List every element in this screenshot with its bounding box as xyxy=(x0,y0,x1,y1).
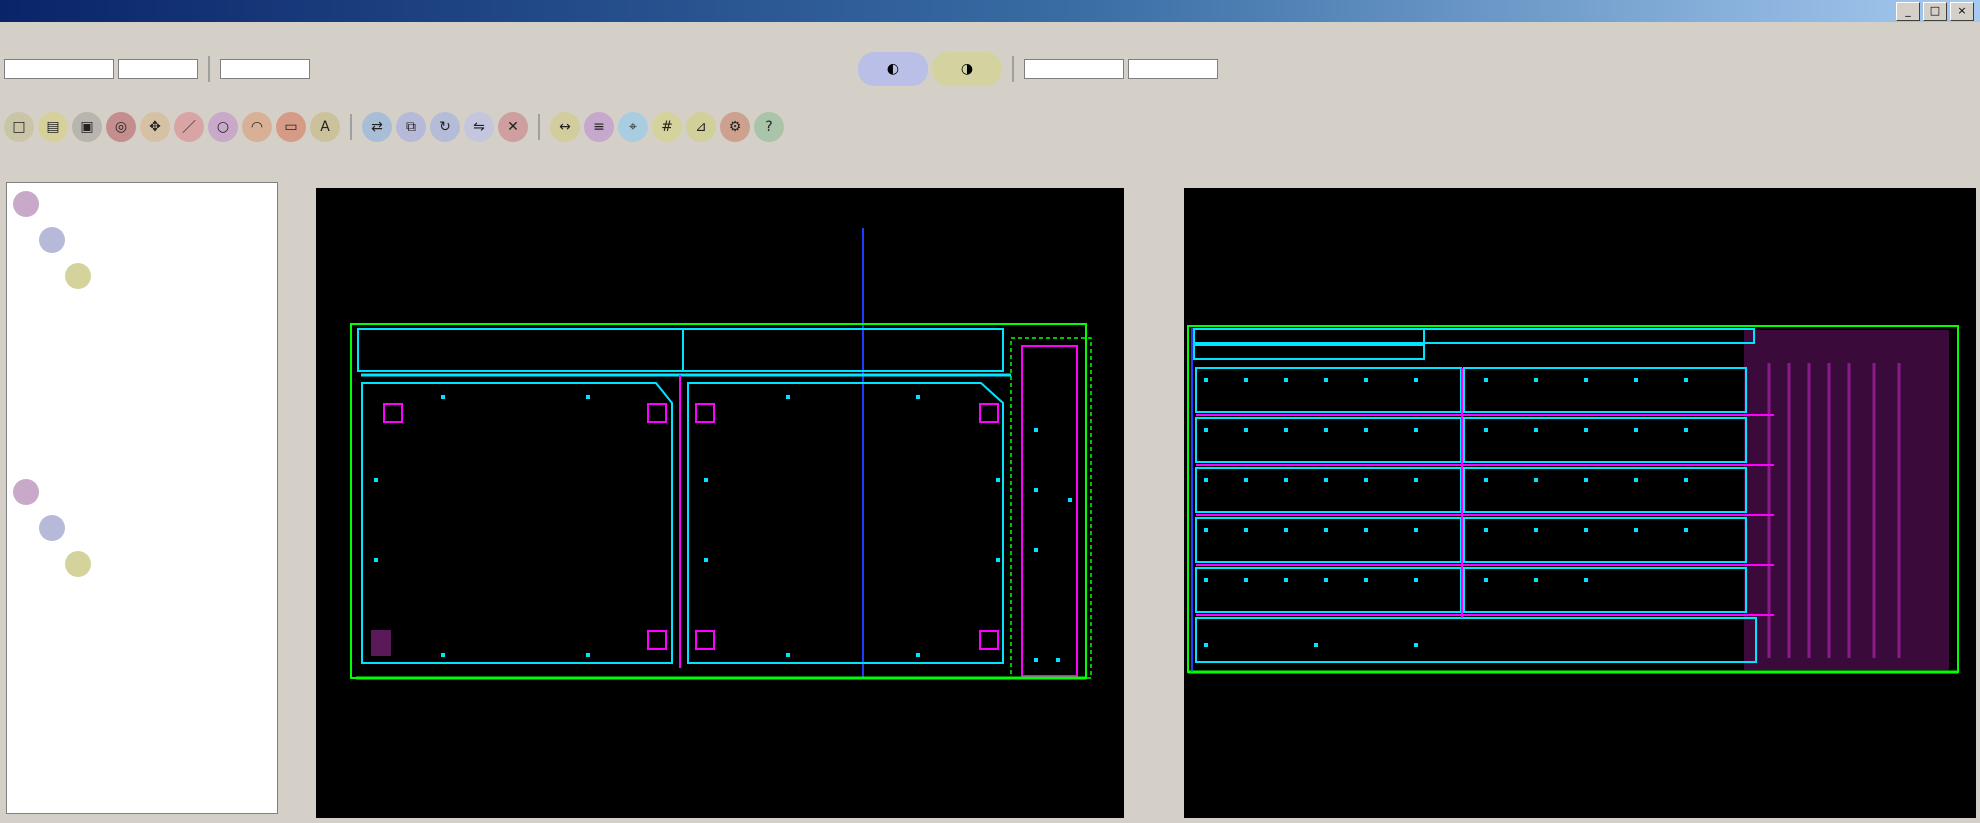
cutout xyxy=(695,630,715,650)
render-icon[interactable]: ◐ xyxy=(858,52,928,86)
menu-item[interactable] xyxy=(84,24,112,48)
cad-drawing-right xyxy=(1187,325,1959,674)
minimize-button[interactable]: _ xyxy=(1896,2,1920,21)
scale-combo[interactable] xyxy=(1024,59,1124,79)
toolbar-separator xyxy=(208,56,210,82)
cutout xyxy=(647,630,667,650)
panel-header xyxy=(6,156,279,176)
measure-icon[interactable]: ⊿ xyxy=(686,112,716,142)
cad-drawing-left xyxy=(350,228,1092,680)
tree-node[interactable] xyxy=(13,191,43,217)
close-button[interactable]: × xyxy=(1950,2,1974,21)
open-icon[interactable]: ▤ xyxy=(38,112,68,142)
main-panel-right xyxy=(687,382,1004,664)
circle-icon[interactable]: ○ xyxy=(208,112,238,142)
move-icon[interactable]: ⇄ xyxy=(362,112,392,142)
rotate-icon[interactable]: ↻ xyxy=(430,112,460,142)
main-panel-left xyxy=(361,382,673,664)
tree-node-icon xyxy=(39,515,65,541)
units-combo[interactable] xyxy=(1128,59,1218,79)
tree-node-icon xyxy=(13,479,39,505)
cutout xyxy=(383,403,403,423)
new-icon[interactable]: □ xyxy=(4,112,34,142)
text-icon[interactable]: A xyxy=(310,112,340,142)
menu-item[interactable] xyxy=(28,24,56,48)
pan-icon[interactable]: ✥ xyxy=(140,112,170,142)
tree-node-icon xyxy=(65,263,91,289)
cutout xyxy=(371,630,391,656)
menu-item[interactable] xyxy=(56,24,84,48)
cutout xyxy=(647,403,667,423)
cutout xyxy=(979,403,999,423)
grid-icon[interactable]: # xyxy=(652,112,682,142)
hole-markers xyxy=(374,395,1072,662)
drawing-toolbar: □ ▤ ▣ ◎ ✥ ／ ○ ◠ ▭ A ⇄ ⧉ ↻ ⇋ ✕ ↔ ≡ ⌖ # ⊿ … xyxy=(4,110,784,144)
top-panel xyxy=(357,328,1004,372)
layer-combo[interactable] xyxy=(4,59,114,79)
menu-item[interactable] xyxy=(224,24,252,48)
menu-item[interactable] xyxy=(252,24,280,48)
delete-icon[interactable]: ✕ xyxy=(498,112,528,142)
style-combo[interactable] xyxy=(220,59,310,79)
zoom-icon[interactable]: ◎ xyxy=(106,112,136,142)
tree-node-icon xyxy=(65,551,91,577)
menu-item[interactable] xyxy=(196,24,224,48)
menu-item[interactable] xyxy=(0,24,28,48)
outline-boundary xyxy=(350,323,1087,679)
snap-icon[interactable]: ⌖ xyxy=(618,112,648,142)
dimension-icon[interactable]: ↔ xyxy=(550,112,580,142)
drawing-viewport-left[interactable] xyxy=(316,188,1124,818)
save-icon[interactable]: ▣ xyxy=(72,112,102,142)
tree-node[interactable] xyxy=(39,227,69,253)
drawing-viewport-right[interactable] xyxy=(1184,188,1976,818)
toolbar-separator xyxy=(1012,56,1014,82)
tree-node[interactable] xyxy=(39,515,69,541)
toolbar-separator xyxy=(350,114,352,140)
tree-node[interactable] xyxy=(65,263,95,289)
help-icon[interactable]: ? xyxy=(754,112,784,142)
standard-toolbar: ◐ ◑ xyxy=(4,52,1218,86)
side-column xyxy=(1021,345,1078,677)
cutout xyxy=(695,403,715,423)
cutout xyxy=(979,630,999,650)
project-panel xyxy=(0,150,285,823)
menu-item[interactable] xyxy=(140,24,168,48)
copy-icon[interactable]: ⧉ xyxy=(396,112,426,142)
tree-node-icon xyxy=(13,191,39,217)
line-icon[interactable]: ／ xyxy=(174,112,204,142)
shade-icon[interactable]: ◑ xyxy=(932,52,1002,86)
toolbar-separator xyxy=(538,114,540,140)
tree-node[interactable] xyxy=(65,551,95,577)
viewport-splitter[interactable] xyxy=(1124,150,1184,823)
project-tree[interactable] xyxy=(6,182,278,814)
mirror-icon[interactable]: ⇋ xyxy=(464,112,494,142)
title-bar: _ □ × xyxy=(0,0,1980,22)
properties-icon[interactable]: ⚙ xyxy=(720,112,750,142)
layer-icon[interactable]: ≡ xyxy=(584,112,614,142)
rect-icon[interactable]: ▭ xyxy=(276,112,306,142)
menu-bar xyxy=(0,24,1980,48)
menu-item[interactable] xyxy=(112,24,140,48)
menu-item[interactable] xyxy=(168,24,196,48)
tree-node-icon xyxy=(39,227,65,253)
view-combo[interactable] xyxy=(118,59,198,79)
arc-icon[interactable]: ◠ xyxy=(242,112,272,142)
maximize-button[interactable]: □ xyxy=(1923,2,1947,21)
tree-node[interactable] xyxy=(13,479,43,505)
stack-region xyxy=(1744,330,1949,670)
